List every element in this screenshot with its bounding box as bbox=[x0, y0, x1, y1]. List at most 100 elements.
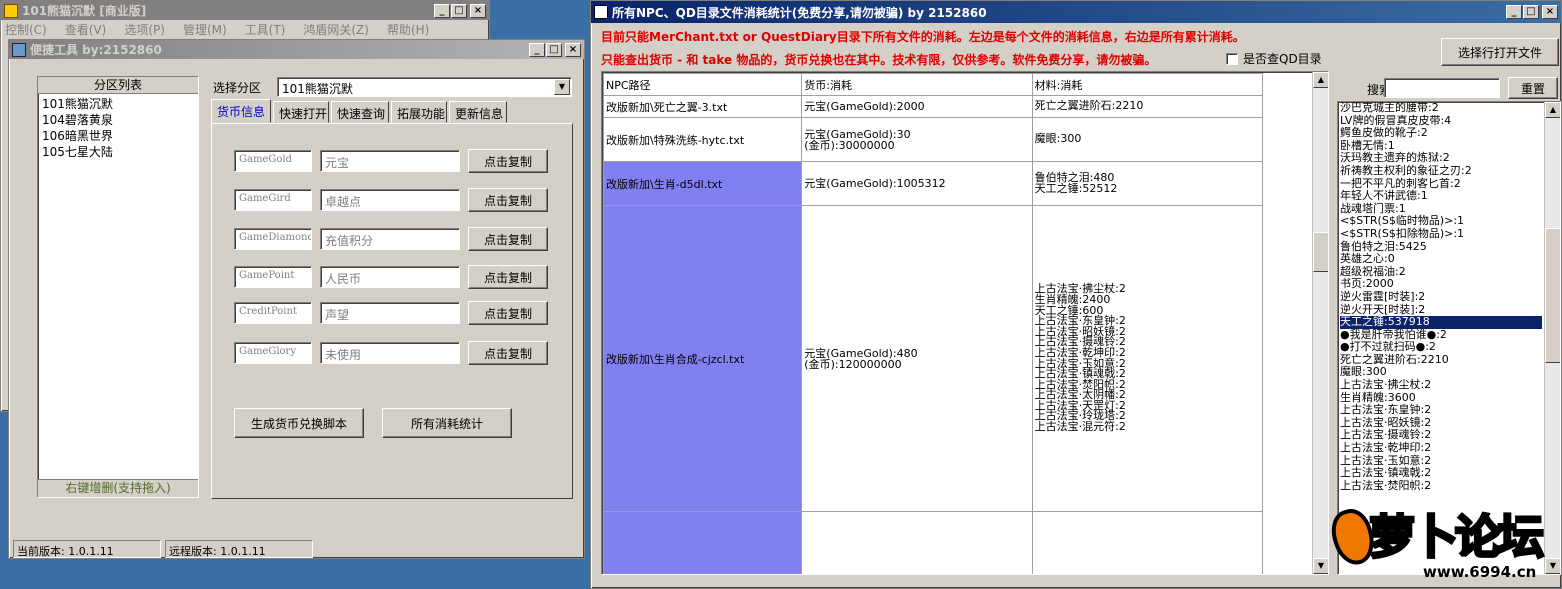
table-row[interactable]: 改版新加\特殊洗练-hytc.txt 元宝(GameGold):30 (金币):30… bbox=[602, 117, 1264, 162]
totals-list-item[interactable]: 上古法宝·镇魂戟:2 bbox=[1340, 467, 1542, 480]
table-row[interactable] bbox=[602, 511, 1264, 574]
totals-list-item[interactable]: <$STR(S$扣除物品)>:1 bbox=[1340, 227, 1542, 241]
materials-cell[interactable]: 上古法宝·拂尘杖:2 生肖精魄:2400 天工之锤:600 上古法宝·东皇钟:2 上古法… bbox=[1031, 205, 1264, 512]
column-header[interactable]: NPC路径 bbox=[602, 73, 803, 96]
copy-button[interactable]: 点击复制 bbox=[468, 227, 548, 251]
table-row[interactable]: 改版新加\生肖合成-cjzcl.txt 元宝(GameGold):480 (金币):… bbox=[602, 205, 1264, 512]
table-row[interactable]: 改版新加\死亡之翼-3.txt 元宝(GameGold):2000 死亡之翼进阶石:… bbox=[602, 95, 1264, 118]
minimize-button[interactable]: _ bbox=[1506, 5, 1522, 19]
currency-cell[interactable]: 元宝(GameGold):1005312 bbox=[801, 161, 1033, 206]
currency-key-field[interactable]: GameGird bbox=[234, 189, 312, 211]
tab-1[interactable]: 货币信息 bbox=[211, 99, 271, 123]
all-stats-button[interactable]: 所有消耗统计 bbox=[382, 408, 512, 438]
materials-cell[interactable]: 死亡之翼进阶石:2210 bbox=[1031, 95, 1264, 118]
currency-cell[interactable]: 元宝(GameGold):30 (金币):30000000 bbox=[801, 117, 1033, 162]
copy-button[interactable]: 点击复制 bbox=[468, 301, 548, 325]
totals-list-item[interactable]: 沙巴克城主的腰带:2 bbox=[1340, 102, 1542, 115]
copy-button[interactable]: 点击复制 bbox=[468, 188, 548, 212]
currency-name-field[interactable]: 未使用 bbox=[320, 342, 460, 364]
generate-script-button[interactable]: 生成货币兑换脚本 bbox=[234, 408, 364, 438]
npc-path-cell[interactable]: 改版新加\特殊洗练-hytc.txt bbox=[602, 117, 803, 162]
menu-item[interactable]: 选项(P) bbox=[124, 21, 165, 38]
currency-key-field[interactable]: GameGold bbox=[234, 150, 312, 172]
menu-item[interactable]: 控制(C) bbox=[5, 21, 47, 38]
stats-titlebar[interactable]: 所有NPC、QD目录文件消耗统计(免费分享,请勿被骗) by 2152860 _… bbox=[591, 1, 1561, 23]
scroll-down-icon[interactable]: ▼ bbox=[1313, 558, 1328, 574]
currency-name-field[interactable]: 充值积分 bbox=[320, 228, 460, 250]
npc-path-cell[interactable] bbox=[602, 511, 803, 574]
column-header[interactable]: 材料:消耗 bbox=[1031, 73, 1264, 96]
scrollbar-thumb[interactable] bbox=[1313, 232, 1328, 272]
zone-select[interactable]: 101熊猫沉默 ▼ bbox=[277, 77, 572, 97]
close-button[interactable]: × bbox=[565, 42, 581, 57]
materials-cell[interactable]: 魔眼:300 bbox=[1031, 117, 1264, 162]
currency-name-field[interactable]: 卓越点 bbox=[320, 189, 460, 211]
zone-list-item[interactable]: 106暗黑世界 bbox=[42, 128, 194, 144]
stats-table[interactable]: NPC路径 货币:消耗 材料:消耗 改版新加\死亡之翼-3.txt 元宝(GameGol… bbox=[601, 71, 1329, 575]
minimize-button[interactable]: _ bbox=[529, 42, 545, 57]
scroll-up-icon[interactable]: ▲ bbox=[1313, 72, 1328, 88]
menu-item[interactable]: 工具(T) bbox=[245, 21, 286, 38]
copy-button[interactable]: 点击复制 bbox=[468, 341, 548, 365]
tab-5[interactable]: 更新信息 bbox=[449, 101, 507, 123]
table-row[interactable]: 改版新加\生肖-d5dl.txt 元宝(GameGold):1005312 鲁伯特之… bbox=[602, 161, 1264, 206]
maximize-button[interactable]: □ bbox=[546, 42, 562, 57]
zone-list-item[interactable]: 104碧落黄泉 bbox=[42, 112, 194, 128]
scroll-up-icon[interactable]: ▲ bbox=[1545, 102, 1560, 118]
totals-list-item[interactable]: ●打不过就扫码●:2 bbox=[1340, 341, 1542, 354]
totals-list-item[interactable]: 英雄之心:0 bbox=[1340, 253, 1542, 266]
copy-button[interactable]: 点击复制 bbox=[468, 149, 548, 173]
tab-3[interactable]: 快速查询 bbox=[331, 101, 389, 123]
totals-list-item[interactable]: 上古法宝·拂尘杖:2 bbox=[1340, 378, 1542, 392]
checkbox-box[interactable] bbox=[1226, 52, 1238, 65]
tab-4[interactable]: 拓展功能 bbox=[391, 101, 447, 123]
column-header[interactable]: 货币:消耗 bbox=[801, 73, 1033, 96]
currency-key-field[interactable]: GameDiamond bbox=[234, 228, 312, 250]
totals-list-item[interactable]: 鳄鱼皮做的靴子:2 bbox=[1340, 127, 1542, 140]
maximize-button[interactable]: □ bbox=[1523, 5, 1539, 19]
totals-list-item[interactable]: 上古法宝·东皇钟:2 bbox=[1340, 404, 1542, 417]
totals-list-item[interactable]: 天工之锤:537918 bbox=[1340, 315, 1542, 329]
search-input[interactable] bbox=[1384, 78, 1500, 98]
open-file-button[interactable]: 选择行打开文件 bbox=[1441, 38, 1559, 66]
menu-item[interactable]: 鸿盾网关(Z) bbox=[303, 21, 369, 38]
totals-list-item[interactable]: 年轻人不讲武德:1 bbox=[1340, 190, 1542, 203]
menu-item[interactable]: 管理(M) bbox=[183, 21, 227, 38]
currency-key-field[interactable]: GamePoint bbox=[234, 266, 312, 288]
close-button[interactable]: × bbox=[1542, 5, 1558, 19]
menu-item[interactable]: 查看(V) bbox=[65, 21, 107, 38]
menu-item[interactable]: 帮助(H) bbox=[387, 21, 429, 38]
zone-list-item[interactable]: 105七星大陆 bbox=[42, 144, 194, 160]
currency-name-field[interactable]: 人民币 bbox=[320, 266, 460, 288]
scrollbar-thumb[interactable] bbox=[1545, 228, 1560, 363]
copy-button[interactable]: 点击复制 bbox=[468, 265, 548, 289]
currency-cell[interactable]: 元宝(GameGold):2000 bbox=[801, 95, 1033, 118]
npc-path-cell[interactable]: 改版新加\生肖-d5dl.txt bbox=[602, 161, 803, 206]
currency-key-field[interactable]: CreditPoint bbox=[234, 302, 312, 324]
totals-list-item[interactable]: 上古法宝·焚阳帜:2 bbox=[1340, 479, 1542, 493]
totals-list-item[interactable]: 上古法宝·乾坤印:2 bbox=[1340, 441, 1542, 455]
main-titlebar[interactable]: 101熊猫沉默 [商业版] _ □ × bbox=[1, 1, 489, 20]
materials-cell[interactable]: 鲁伯特之泪:480 天工之锤:52512 bbox=[1031, 161, 1264, 206]
zone-list[interactable]: 分区列表 101熊猫沉默 104碧落黄泉 106暗黑世界 105七星大陆 右键增删(支… bbox=[37, 76, 199, 498]
currency-key-field[interactable]: GameGlory bbox=[234, 342, 312, 364]
totals-list-item[interactable]: 祈祷教主权利的象征之刃:2 bbox=[1340, 164, 1542, 178]
currency-name-field[interactable]: 元宝 bbox=[320, 150, 460, 172]
table-scrollbar[interactable]: ▲ ▼ bbox=[1312, 72, 1328, 574]
totals-list-item[interactable]: 逆火雷霆[时装]:2 bbox=[1340, 290, 1542, 304]
materials-cell[interactable] bbox=[1031, 511, 1264, 574]
npc-path-cell[interactable]: 改版新加\死亡之翼-3.txt bbox=[602, 95, 803, 118]
qd-checkbox[interactable]: 是否查QD目录 bbox=[1226, 50, 1322, 67]
currency-cell[interactable]: 元宝(GameGold):480 (金币):120000000 bbox=[801, 205, 1033, 512]
zone-list-item[interactable]: 101熊猫沉默 bbox=[42, 96, 194, 112]
currency-name-field[interactable]: 声望 bbox=[320, 302, 460, 324]
tool-titlebar[interactable]: 便捷工具 by:2152860 _ □ × bbox=[9, 40, 584, 59]
tab-2[interactable]: 快速打开 bbox=[273, 101, 329, 123]
npc-path-cell[interactable]: 改版新加\生肖合成-cjzcl.txt bbox=[602, 205, 803, 512]
reset-button[interactable]: 重置 bbox=[1508, 77, 1558, 99]
maximize-button[interactable]: □ bbox=[451, 3, 467, 18]
minimize-button[interactable]: _ bbox=[434, 3, 450, 18]
close-button[interactable]: × bbox=[470, 3, 486, 18]
currency-cell[interactable] bbox=[801, 511, 1033, 574]
chevron-down-icon[interactable]: ▼ bbox=[554, 79, 570, 95]
